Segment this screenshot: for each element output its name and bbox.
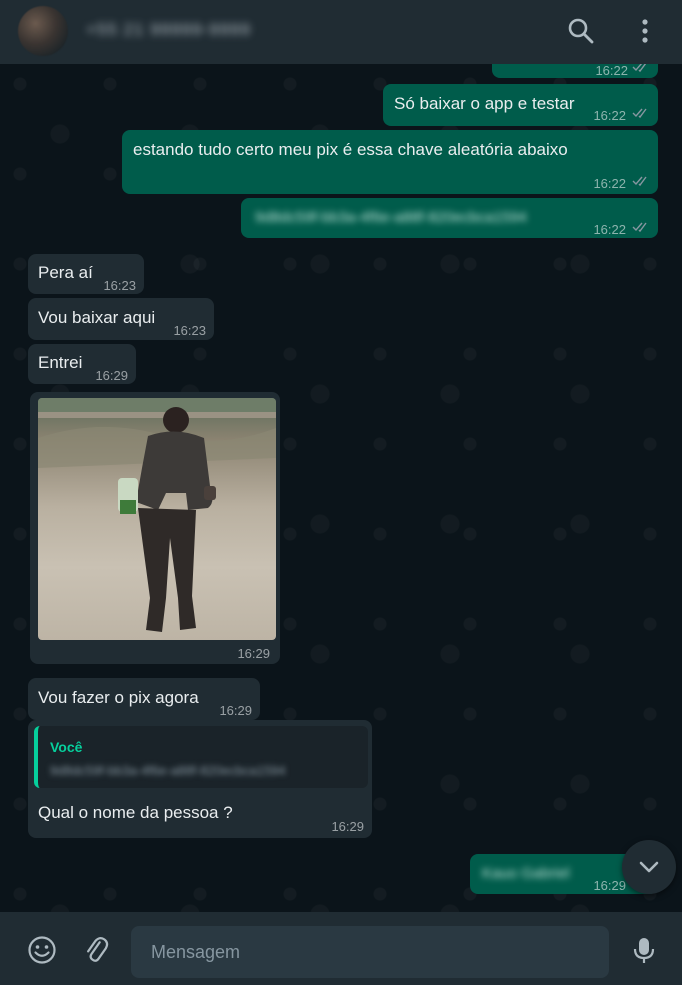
- message-incoming-reply[interactable]: Você 9d8dc59f-bb3a-4f6e-a88f-820ecbca159…: [28, 720, 372, 838]
- message-time: 16:29: [331, 819, 364, 834]
- paperclip-icon[interactable]: [80, 934, 112, 966]
- message-incoming[interactable]: Vou fazer o pix agora 16:29: [28, 678, 260, 720]
- message-text: Qual o nome da pessoa ?: [38, 803, 233, 822]
- message-time: 16:29: [219, 703, 252, 718]
- message-text-blurred: 9d8dc59f-bb3a-4f6e-a88f-820ecbca1594: [255, 209, 527, 226]
- message-outgoing[interactable]: estando tudo certo meu pix é essa chave …: [122, 130, 658, 194]
- message-time: 16:22: [593, 176, 626, 191]
- message-outgoing[interactable]: 9d8dc59f-bb3a-4f6e-a88f-820ecbca1594 16:…: [241, 198, 658, 238]
- contact-avatar[interactable]: [18, 6, 68, 56]
- message-time: 16:22: [593, 222, 626, 237]
- message-text: Pera aí: [38, 263, 93, 282]
- contact-name[interactable]: +55 21 99999-9999: [86, 20, 251, 40]
- message-time: 16:22: [593, 108, 626, 123]
- message-text: Só baixar o app e testar: [394, 94, 575, 113]
- read-receipt-icon: [632, 108, 647, 119]
- message-incoming[interactable]: Entrei 16:29: [28, 344, 136, 384]
- message-input[interactable]: [131, 926, 609, 978]
- message-text: estando tudo certo meu pix é essa chave …: [133, 140, 568, 159]
- more-vertical-icon[interactable]: [630, 16, 660, 46]
- search-icon[interactable]: [566, 16, 596, 46]
- message-outgoing[interactable]: 16:22: [492, 64, 658, 78]
- photo-person-illustration: [38, 398, 276, 632]
- microphone-icon[interactable]: [628, 934, 660, 966]
- quoted-author: Você: [50, 739, 83, 755]
- message-outgoing[interactable]: Só baixar o app e testar 16:22: [383, 84, 658, 126]
- quoted-message[interactable]: Você 9d8dc59f-bb3a-4f6e-a88f-820ecbca159…: [34, 726, 368, 788]
- scroll-to-bottom-button[interactable]: [622, 840, 676, 894]
- emoji-icon[interactable]: [26, 934, 58, 966]
- message-text-blurred: Kauo Gabriel: [482, 865, 570, 882]
- message-text: Vou fazer o pix agora: [38, 688, 199, 707]
- photo-thumbnail[interactable]: [38, 398, 276, 640]
- read-receipt-icon: [632, 222, 647, 233]
- message-time: 16:23: [103, 278, 136, 293]
- read-receipt-icon: [632, 64, 647, 73]
- message-text: Vou baixar aqui: [38, 308, 156, 327]
- message-incoming-image[interactable]: 16:29: [30, 392, 280, 664]
- message-incoming[interactable]: Vou baixar aqui 16:23: [28, 298, 214, 340]
- chat-area[interactable]: 16:22 Só baixar o app e testar 16:22 est…: [0, 64, 682, 912]
- read-receipt-icon: [632, 176, 647, 187]
- message-time: 16:23: [173, 323, 206, 338]
- quoted-text-blurred: 9d8dc59f-bb3a-4f6e-a88f-820ecbca1594: [50, 763, 286, 778]
- message-composer: [0, 912, 682, 985]
- message-time: 16:29: [237, 646, 270, 661]
- message-incoming[interactable]: Pera aí 16:23: [28, 254, 144, 294]
- chevron-down-icon: [639, 861, 659, 873]
- chat-header: +55 21 99999-9999: [0, 0, 682, 64]
- message-text: Entrei: [38, 353, 83, 372]
- message-time: 16:29: [95, 368, 128, 383]
- message-time: 16:22: [595, 64, 628, 78]
